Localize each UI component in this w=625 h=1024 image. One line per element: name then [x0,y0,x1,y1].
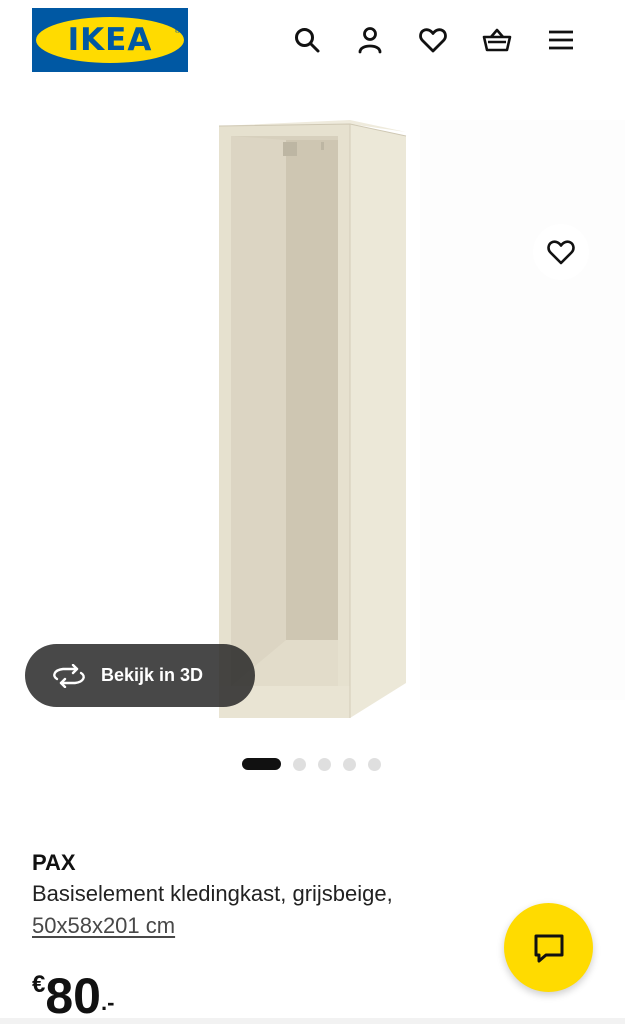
price-currency: € [32,971,46,998]
ikea-logo[interactable]: IKEA ® [32,8,188,72]
logo-registered-mark: ® [174,28,180,35]
product-info: PAX Basiselement kledingkast, grijsbeige… [32,848,492,942]
account-icon [358,27,382,54]
product-description: Basiselement kledingkast, grijsbeige, [32,881,393,906]
chat-icon [534,934,563,962]
header: IKEA ® [0,0,625,80]
account-button[interactable] [350,20,390,60]
product-image[interactable] [0,80,625,740]
pagination-dot[interactable] [368,757,381,771]
rotate-3d-icon [53,663,85,688]
heart-icon [419,28,447,53]
add-to-favourites-button[interactable] [533,224,589,280]
price-integer: 80 [45,968,101,1024]
product-name: PAX [32,850,76,875]
chat-button[interactable] [504,903,593,992]
pagination-dot[interactable] [343,757,356,771]
price-decimal: .- [100,990,115,1015]
favourites-button[interactable] [413,20,453,60]
product-gallery[interactable] [0,80,625,740]
product-price: € 80 .- [32,966,114,1024]
view-in-3d-label: Bekijk in 3D [101,665,204,685]
pagination-dot[interactable] [318,757,331,771]
pagination-dot[interactable] [293,757,306,771]
basket-icon [482,28,512,52]
product-dimensions-link[interactable]: 50x58x201 cm [32,913,175,938]
menu-icon [549,30,573,50]
heart-icon [547,240,575,265]
view-in-3d-button[interactable]: Bekijk in 3D [25,644,255,707]
basket-button[interactable] [477,20,517,60]
pagination-dot-active[interactable] [242,758,281,770]
search-icon [295,28,320,53]
search-button[interactable] [287,20,327,60]
logo-text: IKEA [67,22,153,58]
menu-button[interactable] [541,20,581,60]
gallery-pagination [242,757,393,771]
bottom-bar [0,1018,625,1024]
